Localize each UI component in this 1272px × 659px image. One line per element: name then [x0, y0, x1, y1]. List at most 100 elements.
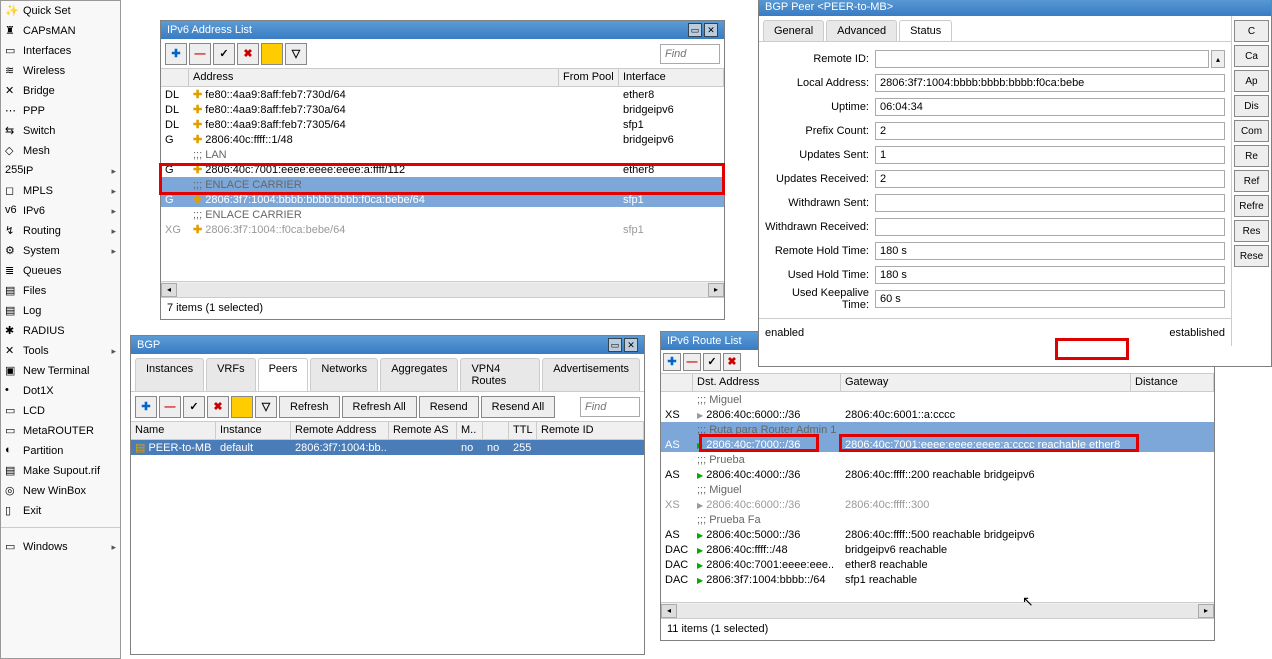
sidebar-item-interfaces[interactable]: ▭Interfaces — [1, 41, 120, 61]
table-row[interactable]: DL✚ fe80::4aa9:8aff:feb7:730d/64ether8 — [161, 87, 724, 102]
minimize-button[interactable]: ▭ — [608, 338, 622, 352]
scroll-right[interactable]: ▸ — [1198, 604, 1214, 618]
sidebar-item-new-terminal[interactable]: ▣New Terminal — [1, 361, 120, 381]
sidebar-item-switch[interactable]: ⇆Switch — [1, 121, 120, 141]
side-button[interactable]: Ca — [1234, 45, 1269, 67]
col-ras[interactable]: Remote AS — [389, 422, 457, 439]
close-button[interactable]: ✕ — [624, 338, 638, 352]
side-button[interactable]: C — [1234, 20, 1269, 42]
col-gw[interactable]: Gateway — [841, 374, 1131, 391]
side-button[interactable]: Com — [1234, 120, 1269, 142]
sidebar-item-quick-set[interactable]: ✨Quick Set — [1, 1, 120, 21]
scroll-left[interactable]: ◂ — [661, 604, 677, 618]
disable-button[interactable]: ✖ — [237, 43, 259, 65]
table-row[interactable]: DAC▶ 2806:40c:ffff::/48bridgeipv6 reacha… — [661, 542, 1214, 557]
window-titlebar[interactable]: BGP Peer <PEER-to-MB> — [759, 0, 1271, 16]
sidebar-item-queues[interactable]: ≣Queues — [1, 261, 120, 281]
field-input[interactable] — [875, 122, 1225, 140]
table-row[interactable]: ;;; Miguel — [661, 482, 1214, 497]
table-row[interactable]: ;;; ENLACE CARRIER — [161, 207, 724, 222]
col-flag[interactable] — [661, 374, 693, 391]
filter-button[interactable]: ▽ — [255, 396, 277, 418]
tab-advanced[interactable]: Advanced — [826, 20, 897, 41]
sidebar-item-bridge[interactable]: ✕Bridge — [1, 81, 120, 101]
table-row[interactable]: XS▶ 2806:40c:6000::/362806:40c:6001::a:c… — [661, 407, 1214, 422]
grid-body[interactable]: DL✚ fe80::4aa9:8aff:feb7:730d/64ether8DL… — [161, 87, 724, 281]
col-pool[interactable]: From Pool — [559, 69, 619, 86]
tab-peers[interactable]: Peers — [258, 358, 309, 391]
grid-body[interactable]: ▤ PEER-to-MBdefault2806:3f7:1004:bb..non… — [131, 440, 644, 654]
col-name[interactable]: Name — [131, 422, 216, 439]
window-titlebar[interactable]: BGP ▭ ✕ — [131, 336, 644, 354]
filter-button[interactable]: ▽ — [285, 43, 307, 65]
side-button[interactable]: Ref — [1234, 170, 1269, 192]
table-row[interactable]: ▤ PEER-to-MBdefault2806:3f7:1004:bb..non… — [131, 440, 644, 455]
field-input[interactable] — [875, 266, 1225, 284]
table-row[interactable]: ;;; Prueba — [661, 452, 1214, 467]
sidebar-item-ppp[interactable]: ⋯PPP — [1, 101, 120, 121]
table-row[interactable]: AS▶ 2806:40c:4000::/362806:40c:ffff::200… — [661, 467, 1214, 482]
table-row[interactable]: XS▶ 2806:40c:6000::/362806:40c:ffff::300 — [661, 497, 1214, 512]
comment-button[interactable] — [261, 43, 283, 65]
sidebar-item-radius[interactable]: ✱RADIUS — [1, 321, 120, 341]
col-m[interactable]: M.. — [457, 422, 483, 439]
enable-button[interactable]: ✓ — [703, 353, 721, 371]
disable-button[interactable]: ✖ — [207, 396, 229, 418]
refresh-button[interactable]: Refresh — [279, 396, 340, 418]
col-r[interactable] — [483, 422, 509, 439]
tab-vpn4 routes[interactable]: VPN4 Routes — [460, 358, 540, 391]
comment-button[interactable] — [231, 396, 253, 418]
col-address[interactable]: Address — [189, 69, 559, 86]
side-button[interactable]: Re — [1234, 145, 1269, 167]
tab-networks[interactable]: Networks — [310, 358, 378, 391]
table-row[interactable]: AS▶ 2806:40c:5000::/362806:40c:ffff::500… — [661, 527, 1214, 542]
field-input[interactable] — [875, 194, 1225, 212]
table-row[interactable]: G✚ 2806:40c:7001:eeee:eeee:eeee:a:ffff/1… — [161, 162, 724, 177]
table-row[interactable]: ;;; LAN — [161, 147, 724, 162]
sidebar-item-exit[interactable]: ▯Exit — [1, 501, 120, 521]
sidebar-item-windows[interactable]: ▭ Windows ▸ — [1, 537, 120, 557]
field-input[interactable] — [875, 290, 1225, 308]
minimize-button[interactable]: ▭ — [688, 23, 702, 37]
table-row[interactable]: G✚ 2806:40c:ffff::1/48bridgeipv6 — [161, 132, 724, 147]
col-dist[interactable]: Distance — [1131, 374, 1214, 391]
sidebar-item-new-winbox[interactable]: ◎New WinBox — [1, 481, 120, 501]
remove-button[interactable]: — — [159, 396, 181, 418]
table-row[interactable]: ;;; Ruta para Router Admin 1 — [661, 422, 1214, 437]
side-button[interactable]: Rese — [1234, 245, 1269, 267]
add-button[interactable]: ✚ — [165, 43, 187, 65]
sidebar-item-mpls[interactable]: ◻MPLS▸ — [1, 181, 120, 201]
spinner-up[interactable]: ▴ — [1211, 50, 1225, 68]
field-input[interactable] — [875, 218, 1225, 236]
find-input[interactable] — [580, 397, 640, 417]
field-input[interactable] — [875, 242, 1225, 260]
remove-button[interactable]: — — [683, 353, 701, 371]
sidebar-item-files[interactable]: ▤Files — [1, 281, 120, 301]
refresh-all-button[interactable]: Refresh All — [342, 396, 417, 418]
table-row[interactable]: DL✚ fe80::4aa9:8aff:feb7:730a/64bridgeip… — [161, 102, 724, 117]
field-input[interactable] — [875, 50, 1209, 68]
table-row[interactable]: DAC▶ 2806:40c:7001:eeee:eee..ether8 reac… — [661, 557, 1214, 572]
sidebar-item-lcd[interactable]: ▭LCD — [1, 401, 120, 421]
sidebar-item-metarouter[interactable]: ▭MetaROUTER — [1, 421, 120, 441]
tab-advertisements[interactable]: Advertisements — [542, 358, 640, 391]
side-button[interactable]: Dis — [1234, 95, 1269, 117]
table-row[interactable]: ;;; ENLACE CARRIER — [161, 177, 724, 192]
tab-status[interactable]: Status — [899, 20, 952, 41]
field-input[interactable] — [875, 74, 1225, 92]
sidebar-item-capsman[interactable]: ♜CAPsMAN — [1, 21, 120, 41]
field-input[interactable] — [875, 146, 1225, 164]
col-dst[interactable]: Dst. Address — [693, 374, 841, 391]
col-rid[interactable]: Remote ID — [537, 422, 644, 439]
col-raddr[interactable]: Remote Address — [291, 422, 389, 439]
scrollbar-h[interactable]: ◂ ▸ — [161, 281, 724, 297]
window-titlebar[interactable]: IPv6 Address List ▭ ✕ — [161, 21, 724, 39]
sidebar-item-ipv6[interactable]: v6IPv6▸ — [1, 201, 120, 221]
field-input[interactable] — [875, 170, 1225, 188]
table-row[interactable]: ;;; Miguel — [661, 392, 1214, 407]
close-button[interactable]: ✕ — [704, 23, 718, 37]
table-row[interactable]: G✚ 2806:3f7:1004:bbbb:bbbb:bbbb:f0ca:beb… — [161, 192, 724, 207]
sidebar-item-ip[interactable]: 255IP▸ — [1, 161, 120, 181]
side-button[interactable]: Refre — [1234, 195, 1269, 217]
tab-general[interactable]: General — [763, 20, 824, 41]
